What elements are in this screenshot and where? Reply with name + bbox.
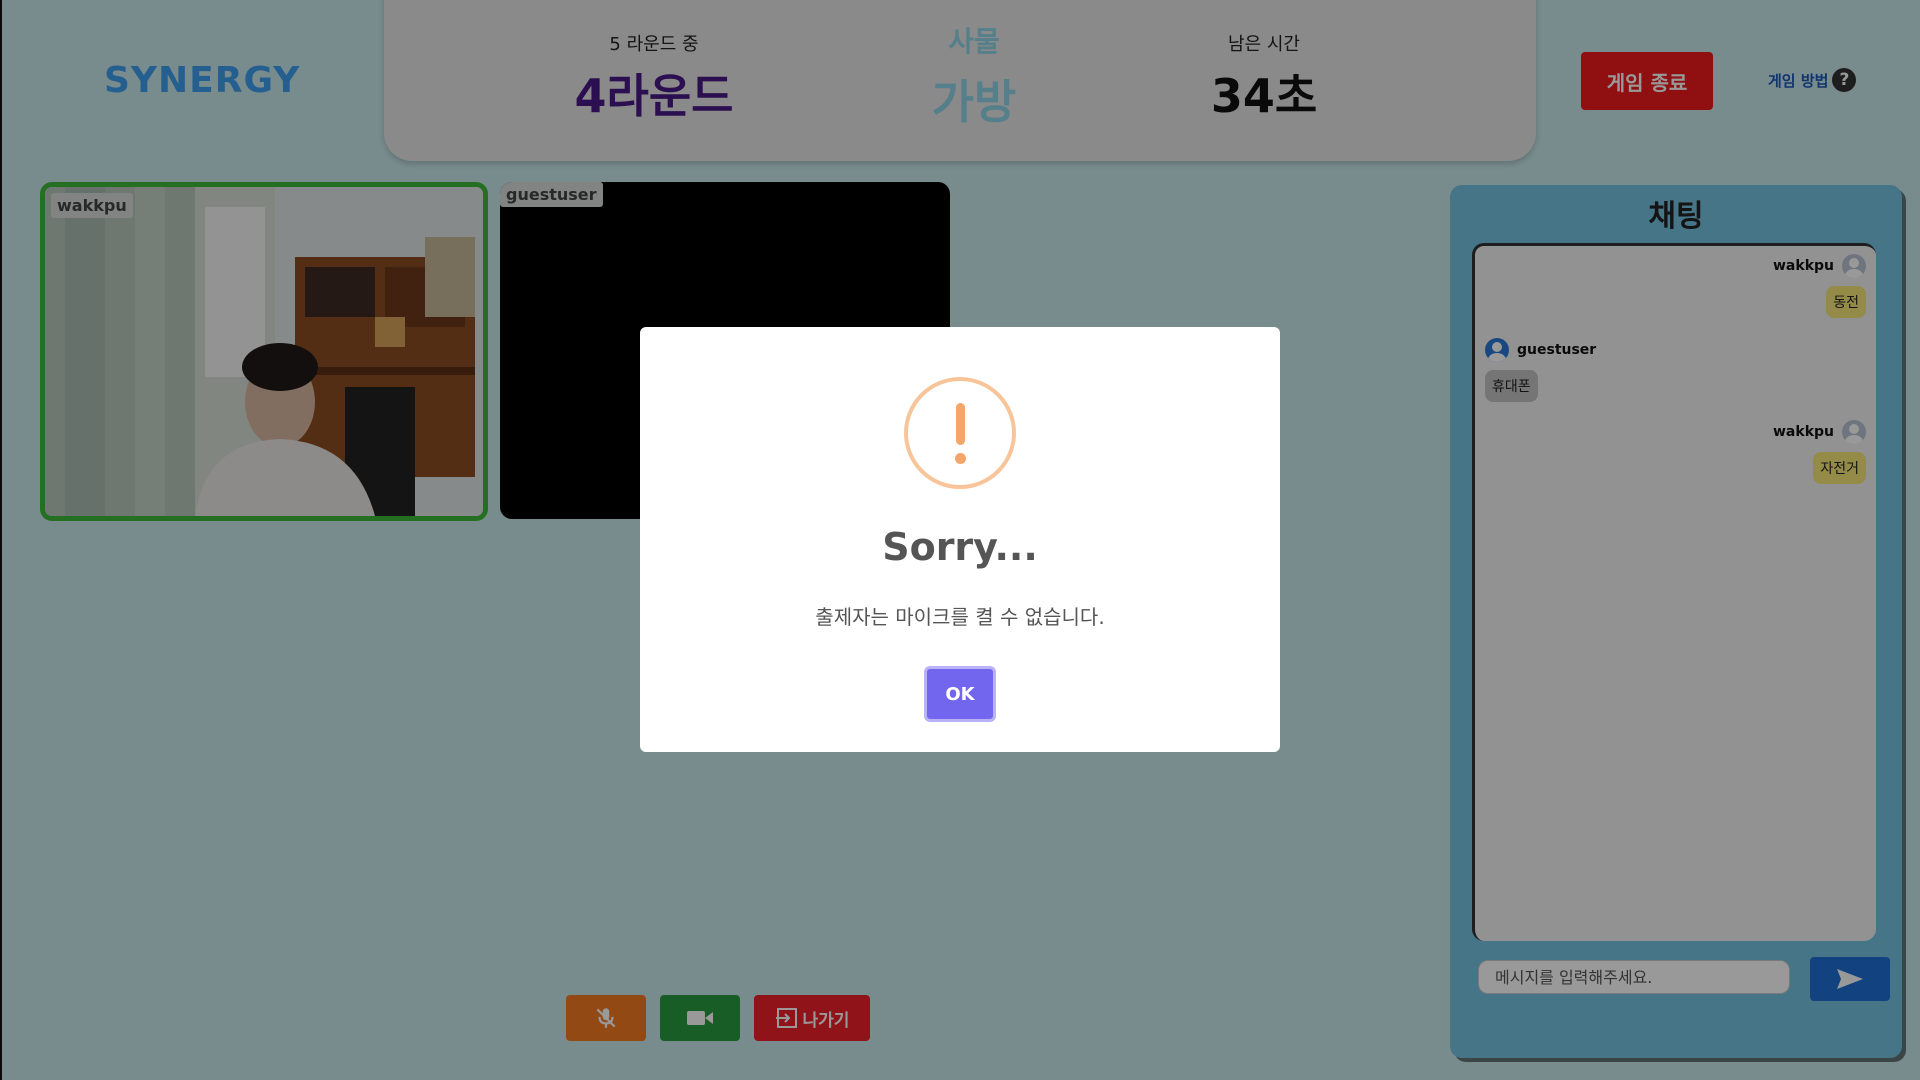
dialog-message: 출제자는 마이크를 켤 수 없습니다. <box>815 605 1105 629</box>
warning-icon <box>904 377 1016 489</box>
dialog-title: Sorry... <box>882 525 1038 569</box>
ok-button[interactable]: OK <box>924 666 996 722</box>
alert-dialog: Sorry... 출제자는 마이크를 켤 수 없습니다. OK <box>640 327 1280 752</box>
